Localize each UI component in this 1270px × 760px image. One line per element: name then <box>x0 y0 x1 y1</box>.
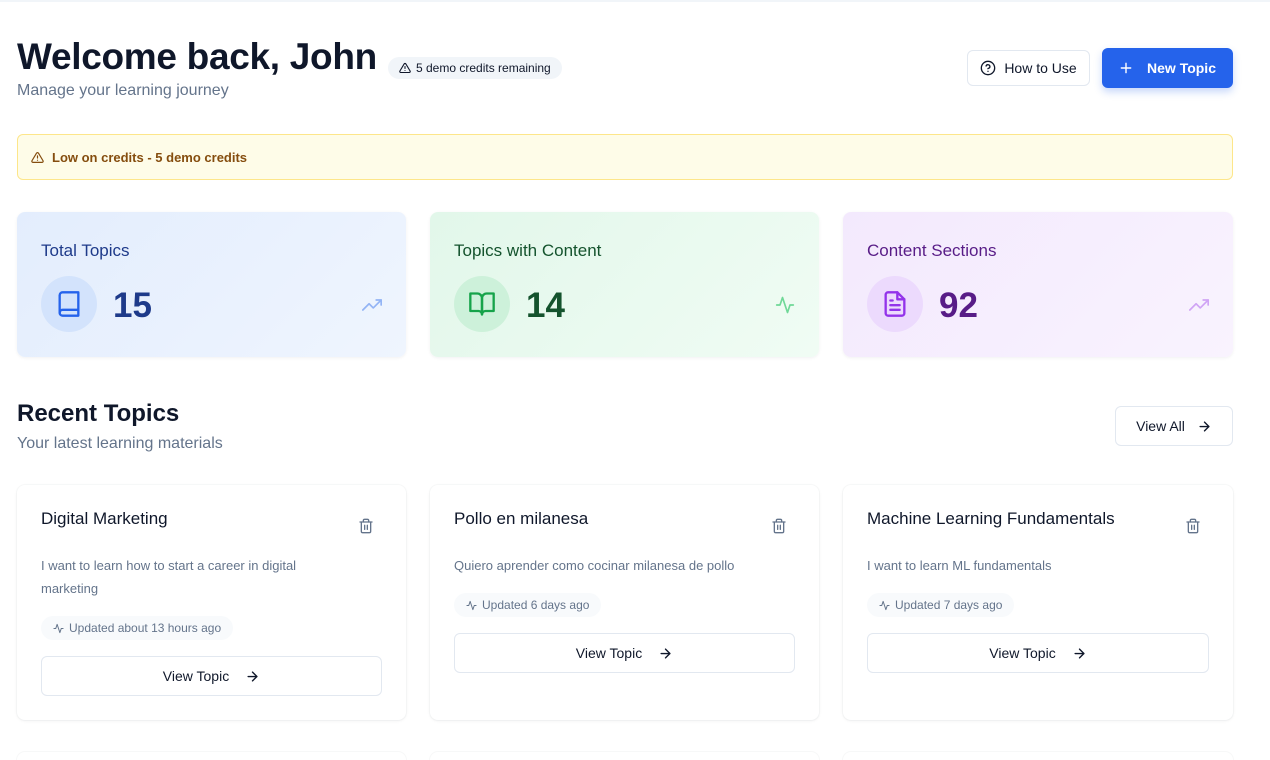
topic-card: Machine Learning Fundamentals I want to … <box>843 485 1233 720</box>
topic-card-partial <box>430 752 819 760</box>
topic-updated-text: Updated about 13 hours ago <box>69 621 222 635</box>
view-all-label: View All <box>1136 418 1185 434</box>
view-topic-button[interactable]: View Topic <box>454 633 795 673</box>
how-to-use-label: How to Use <box>1004 60 1077 76</box>
recent-topics-title: Recent Topics <box>17 400 180 427</box>
credits-badge-text: 5 demo credits remaining <box>416 61 551 75</box>
activity-icon <box>879 600 890 610</box>
top-border <box>0 0 1270 2</box>
book-icon <box>58 291 80 317</box>
topic-description: I want to learn how to start a career in… <box>41 558 297 596</box>
stat-card-topics-with-content: Topics with Content 14 <box>430 212 819 357</box>
stat-card-total-topics: Total Topics 15 <box>17 212 406 357</box>
topic-description: I want to learn ML fundamentals <box>867 558 1052 573</box>
topic-updated-badge: Updated 7 days ago <box>867 593 1015 617</box>
arrow-right-icon <box>1199 420 1210 432</box>
file-text-icon <box>884 291 906 317</box>
low-credits-alert: Low on credits - 5 demo credits <box>17 134 1233 180</box>
activity-icon <box>466 600 477 610</box>
trash-icon[interactable] <box>771 518 787 534</box>
page-title: Welcome back, John <box>17 36 377 77</box>
topic-card-partial <box>17 752 406 760</box>
alert-message: Low on credits - 5 demo credits <box>52 149 248 165</box>
stat-label: Content Sections <box>867 241 997 260</box>
view-topic-button[interactable]: View Topic <box>41 656 382 696</box>
view-topic-label: View Topic <box>989 645 1056 661</box>
trash-icon[interactable] <box>1185 518 1201 534</box>
topic-description: Quiero aprender como cocinar milanesa de… <box>454 558 735 573</box>
topic-card: Pollo en milanesa Quiero aprender como c… <box>430 485 819 720</box>
help-circle-icon <box>980 60 996 76</box>
stat-icon-wrap <box>454 276 510 332</box>
new-topic-label: New Topic <box>1147 60 1216 76</box>
recent-topics-subtitle: Your latest learning materials <box>17 435 223 452</box>
how-to-use-button[interactable]: How to Use <box>967 50 1090 86</box>
view-topic-button[interactable]: View Topic <box>867 633 1209 673</box>
stat-value: 15 <box>113 286 152 325</box>
view-topic-label: View Topic <box>575 645 643 661</box>
topic-card: Digital Marketing I want to learn how to… <box>17 485 406 720</box>
stat-card-content-sections: Content Sections 92 <box>843 212 1233 357</box>
page-subtitle: Manage your learning journey <box>17 82 229 99</box>
page-header: Welcome back, John Manage your learning … <box>17 36 1233 106</box>
stat-icon-wrap <box>867 276 923 332</box>
topic-updated-badge: Updated 6 days ago <box>454 593 602 617</box>
activity-icon <box>53 623 64 633</box>
credits-badge: 5 demo credits remaining <box>388 57 562 79</box>
topic-title: Machine Learning Fundamentals <box>867 509 1115 528</box>
stat-icon-wrap <box>41 276 97 332</box>
topic-title: Digital Marketing <box>41 509 168 528</box>
stat-value: 92 <box>939 286 978 325</box>
stat-label: Total Topics <box>41 241 130 260</box>
stat-label: Topics with Content <box>454 241 602 260</box>
book-open-icon <box>469 292 495 316</box>
topic-card-partial <box>843 752 1233 760</box>
stat-value: 14 <box>526 286 565 325</box>
warning-triangle-icon <box>399 62 411 74</box>
topic-updated-text: Updated 7 days ago <box>895 598 1003 612</box>
new-topic-button[interactable]: New Topic <box>1102 48 1233 88</box>
trending-up-icon <box>1189 299 1209 311</box>
topic-updated-text: Updated 6 days ago <box>482 598 590 612</box>
view-topic-label: View Topic <box>162 668 230 684</box>
arrow-right-icon <box>1074 647 1085 659</box>
trending-up-icon <box>362 299 382 311</box>
plus-icon <box>1120 62 1132 74</box>
activity-icon <box>775 296 795 314</box>
trash-icon[interactable] <box>358 518 374 534</box>
warning-triangle-icon <box>31 151 44 163</box>
arrow-right-icon <box>247 670 258 682</box>
topic-title: Pollo en milanesa <box>454 509 589 528</box>
arrow-right-icon <box>660 647 671 659</box>
view-all-button[interactable]: View All <box>1115 406 1233 446</box>
topic-updated-badge: Updated about 13 hours ago <box>41 616 234 640</box>
